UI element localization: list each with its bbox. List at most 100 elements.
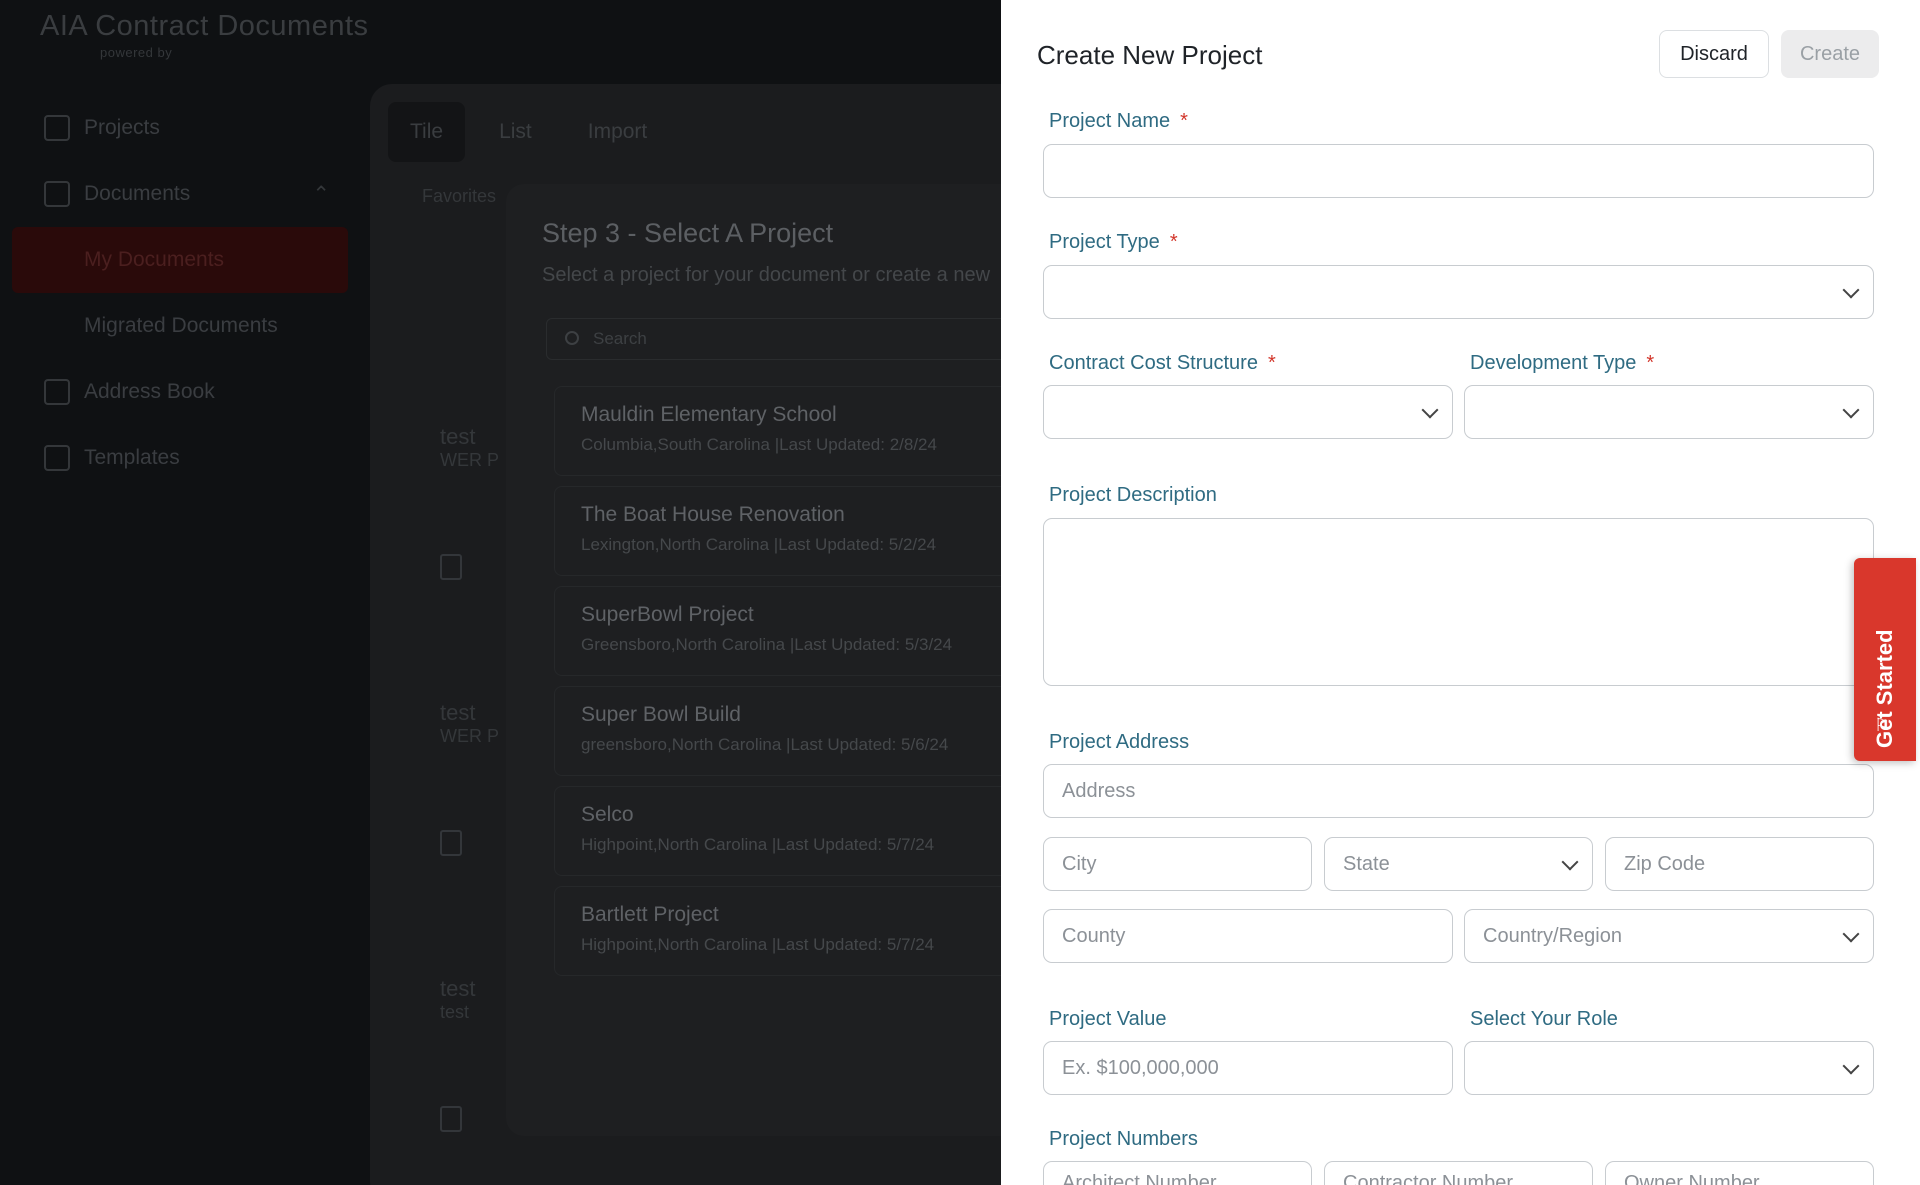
placeholder-text: State (1343, 852, 1390, 875)
county-input[interactable]: County (1043, 909, 1453, 963)
project-numbers-label: Project Numbers (1049, 1128, 1198, 1151)
trash-icon[interactable] (440, 1106, 462, 1132)
label-text: Select Your Role (1470, 1008, 1618, 1030)
trash-icon[interactable] (440, 830, 462, 856)
placeholder-text: Architect Number (1062, 1172, 1217, 1185)
project-meta: greensboro,North Carolina |Last Updated:… (581, 735, 949, 754)
zip-code-input[interactable]: Zip Code (1605, 837, 1874, 891)
building-icon (44, 115, 70, 141)
label-text: Project Description (1049, 484, 1217, 506)
trash-icon[interactable] (440, 554, 462, 580)
sidebar-item-projects[interactable]: Projects (0, 95, 360, 161)
sidebar-item-label: My Documents (84, 248, 225, 271)
tab-tile[interactable]: Tile (388, 102, 466, 162)
contractor-number-input[interactable]: Contractor Number (1324, 1161, 1593, 1185)
modal-subtitle: Select a project for your document or cr… (542, 264, 991, 286)
flag-icon: ⚐ (1874, 715, 1891, 735)
project-meta: Columbia,South Carolina |Last Updated: 2… (581, 435, 937, 454)
project-name: SuperBowl Project (581, 603, 754, 626)
contract-cost-structure-label: Contract Cost Structure * (1049, 352, 1276, 375)
project-meta: Greensboro,North Carolina |Last Updated:… (581, 635, 953, 654)
chevron-down-icon (1561, 853, 1579, 871)
modal-title: Step 3 - Select A Project (542, 218, 834, 248)
project-list-item[interactable]: Selco Highpoint,North Carolina |Last Upd… (554, 786, 1026, 876)
project-name: Selco (581, 803, 634, 826)
tab-list[interactable]: List (477, 102, 554, 162)
project-type-label: Project Type * (1049, 231, 1178, 254)
sidebar-item-my-documents[interactable]: My Documents (12, 227, 348, 293)
architect-number-input[interactable]: Architect Number (1043, 1161, 1312, 1185)
sidebar-item-documents[interactable]: Documents ⌃ (0, 161, 360, 227)
label-text: Project Name (1049, 110, 1171, 132)
project-search-input[interactable]: Search (546, 318, 1026, 360)
sidebar-item-migrated-documents[interactable]: Migrated Documents (0, 293, 360, 359)
project-list-item[interactable]: The Boat House Renovation Lexington,Nort… (554, 486, 1026, 576)
search-placeholder: Search (593, 329, 647, 348)
required-mark: * (1169, 231, 1178, 253)
drawer-title: Create New Project (1037, 40, 1263, 70)
sidebar-item-label: Projects (84, 116, 160, 139)
project-meta: Highpoint,North Carolina |Last Updated: … (581, 835, 935, 854)
owner-number-input[interactable]: Owner Number (1605, 1161, 1874, 1185)
project-name: Bartlett Project (581, 903, 719, 926)
create-project-drawer: Create New Project Discard Create Projec… (1001, 0, 1920, 1185)
project-meta: Highpoint,North Carolina |Last Updated: … (581, 935, 935, 954)
view-tabs: Tile List Import (388, 102, 669, 162)
required-mark: * (1267, 352, 1276, 374)
placeholder-text: Ex. $100,000,000 (1062, 1056, 1219, 1079)
country-region-select[interactable]: Country/Region (1464, 909, 1874, 963)
logo-text: AIA Contract Documents (40, 10, 369, 42)
app-logo: AIA Contract Documents powered by (40, 10, 369, 60)
project-type-select[interactable] (1043, 265, 1874, 319)
project-value-label: Project Value (1049, 1008, 1166, 1031)
sidebar: Projects Documents ⌃ My Documents Migrat… (0, 95, 360, 491)
tab-label: List (499, 120, 532, 143)
sidebar-item-label: Templates (84, 446, 180, 469)
chevron-down-icon (1842, 1057, 1860, 1075)
project-meta: Lexington,North Carolina |Last Updated: … (581, 535, 937, 554)
project-value-input[interactable]: Ex. $100,000,000 (1043, 1041, 1453, 1095)
sidebar-item-templates[interactable]: Templates (0, 425, 360, 491)
project-list: Mauldin Elementary School Columbia,South… (554, 386, 1026, 986)
chevron-down-icon (1842, 401, 1860, 419)
select-project-modal: Step 3 - Select A Project Select a proje… (506, 184, 1026, 1136)
project-address-label: Project Address (1049, 731, 1189, 754)
development-type-select[interactable] (1464, 385, 1874, 439)
required-mark: * (1646, 352, 1655, 374)
document-icon (44, 181, 70, 207)
city-input[interactable]: City (1043, 837, 1312, 891)
project-list-item[interactable]: Mauldin Elementary School Columbia,South… (554, 386, 1026, 476)
label-text: Project Type (1049, 231, 1160, 253)
label-text: Development Type (1470, 352, 1637, 374)
project-list-item[interactable]: Super Bowl Build greensboro,North Caroli… (554, 686, 1026, 776)
tab-import[interactable]: Import (566, 102, 670, 162)
project-list-item[interactable]: SuperBowl Project Greensboro,North Carol… (554, 586, 1026, 676)
label-text: Contract Cost Structure (1049, 352, 1258, 374)
get-started-tab[interactable]: Get Started ⚐ (1854, 558, 1916, 761)
label-text: Project Address (1049, 731, 1190, 753)
placeholder-text: Country/Region (1483, 924, 1622, 947)
placeholder-text: Zip Code (1624, 852, 1706, 875)
chevron-down-icon (1421, 401, 1439, 419)
discard-button[interactable]: Discard (1659, 30, 1769, 78)
sidebar-item-label: Address Book (84, 380, 215, 403)
state-select[interactable]: State (1324, 837, 1593, 891)
chevron-down-icon (1842, 925, 1860, 943)
address-input[interactable]: Address (1043, 764, 1874, 818)
sidebar-item-address-book[interactable]: Address Book (0, 359, 360, 425)
label-text: Project Numbers (1049, 1128, 1198, 1150)
project-name: Mauldin Elementary School (581, 403, 837, 426)
project-name-input[interactable] (1043, 144, 1874, 198)
project-description-textarea[interactable] (1043, 518, 1874, 686)
role-select[interactable] (1464, 1041, 1874, 1095)
project-name: The Boat House Renovation (581, 503, 845, 526)
favorites-filter[interactable]: Favorites (422, 186, 496, 207)
project-list-item[interactable]: Bartlett Project Highpoint,North Carolin… (554, 886, 1026, 976)
chevron-down-icon (1842, 281, 1860, 299)
placeholder-text: Contractor Number (1343, 1172, 1514, 1185)
create-button[interactable]: Create (1781, 30, 1879, 78)
tab-label: Tile (410, 120, 444, 143)
address-book-icon (44, 379, 70, 405)
contract-cost-structure-select[interactable] (1043, 385, 1453, 439)
project-description-label: Project Description (1049, 484, 1217, 507)
